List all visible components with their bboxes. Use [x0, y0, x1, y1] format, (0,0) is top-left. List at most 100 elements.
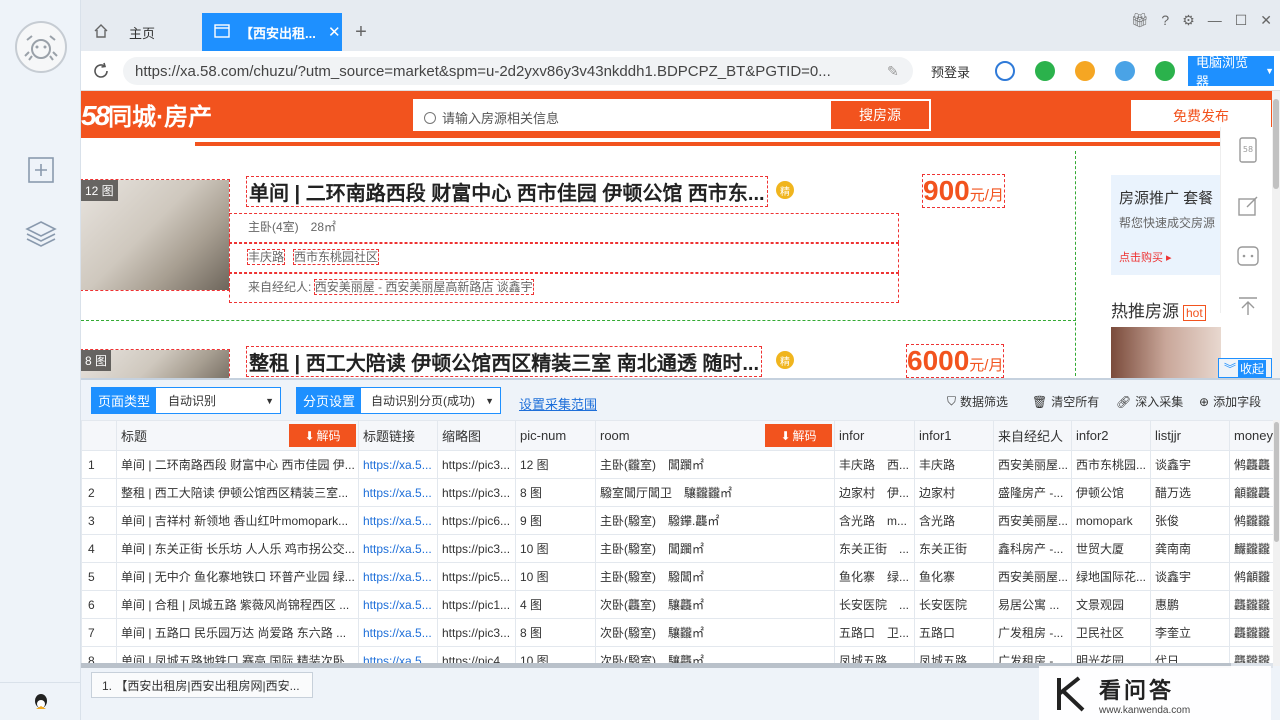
- search-listings-button[interactable]: 搜房源: [830, 100, 930, 130]
- column-header[interactable]: 标题链接: [358, 420, 438, 451]
- table-cell[interactable]: 单间 | 五路口 民乐园万达 尚爱路 东六路 ...: [116, 618, 359, 647]
- table-cell[interactable]: https://xa.5...: [358, 506, 438, 535]
- site-logo[interactable]: 58同城·房产: [81, 97, 212, 132]
- browser-mode-button[interactable]: 电脑浏览器 ▼: [1188, 55, 1274, 89]
- table-cell[interactable]: 西安美丽屋...: [993, 506, 1072, 535]
- table-cell[interactable]: 鸺龘龘: [1229, 450, 1273, 479]
- table-cell[interactable]: https://xa.5...: [358, 590, 438, 619]
- table-cell[interactable]: 驋室閶厅閶卫 驤龖龖㎡: [595, 478, 835, 507]
- webpage-scrollbar[interactable]: [1272, 91, 1280, 378]
- table-cell[interactable]: 醋万选: [1150, 478, 1230, 507]
- set-range-link[interactable]: 设置采集范围: [519, 394, 597, 413]
- promo-card[interactable]: 房源推广 套餐 帮您快速成交房源 点击购买 ▸: [1111, 175, 1231, 275]
- settings-gear-icon[interactable]: ⚙: [1182, 12, 1195, 29]
- column-header[interactable]: listjjr: [1150, 420, 1230, 451]
- table-cell[interactable]: 易居公寓 ...: [993, 590, 1072, 619]
- filter-button[interactable]: ⛉ 数据筛选: [947, 393, 1008, 410]
- chat-icon[interactable]: [1235, 243, 1261, 269]
- table-cell[interactable]: 8 图: [515, 618, 596, 647]
- column-header[interactable]: [81, 420, 117, 451]
- table-row[interactable]: 5 单间 | 无中介 鱼化寨地铁口 环普产业园 绿... https://xa.5.…: [81, 562, 1273, 591]
- tab-active-page[interactable]: 【西安出租... ✕: [202, 13, 342, 51]
- table-cell[interactable]: 西安美丽屋...: [993, 562, 1072, 591]
- layers-icon[interactable]: [25, 218, 57, 250]
- table-cell[interactable]: 五路口: [914, 618, 994, 647]
- table-cell[interactable]: 东关正街 ...: [834, 534, 915, 563]
- column-header[interactable]: infor2: [1071, 420, 1151, 451]
- table-cell[interactable]: 长安医院: [914, 590, 994, 619]
- table-cell[interactable]: 3: [81, 506, 117, 535]
- table-cell[interactable]: https://pic3...: [437, 478, 516, 507]
- table-cell[interactable]: 5: [81, 562, 117, 591]
- pre-login-link[interactable]: 预登录: [931, 62, 970, 81]
- table-cell[interactable]: https://pic3...: [437, 618, 516, 647]
- table-cell[interactable]: 10 图: [515, 562, 596, 591]
- table-row[interactable]: 1 单间 | 二环南路西段 财富中心 西市佳园 伊... https://xa.5.…: [81, 450, 1273, 479]
- close-tab-icon[interactable]: ✕: [328, 23, 341, 41]
- table-cell[interactable]: 鱼化寨 绿...: [834, 562, 915, 591]
- table-cell[interactable]: 次卧(驋室) 驤龖㎡: [595, 618, 835, 647]
- table-cell[interactable]: 东关正街: [914, 534, 994, 563]
- table-cell[interactable]: 4 图: [515, 590, 596, 619]
- table-cell[interactable]: 12 图: [515, 450, 596, 479]
- table-cell[interactable]: 龘龖龖: [1229, 590, 1273, 619]
- column-header[interactable]: infor1: [914, 420, 994, 451]
- decode-button[interactable]: ⬇ 解码: [289, 424, 356, 447]
- listing-photo[interactable]: 12 图: [81, 179, 230, 291]
- listing-title[interactable]: 整租 | 西工大陪读 伊顿公馆西区精装三室 南北通透 随时...: [245, 346, 763, 377]
- table-cell[interactable]: 卫民社区: [1071, 618, 1151, 647]
- table-cell[interactable]: 谈鑫宇: [1150, 450, 1230, 479]
- table-cell[interactable]: https://pic5...: [437, 562, 516, 591]
- table-cell[interactable]: 鱼化寨: [914, 562, 994, 591]
- table-cell[interactable]: https://pic1...: [437, 590, 516, 619]
- table-cell[interactable]: 8 图: [515, 478, 596, 507]
- table-row[interactable]: 4 单间 | 东关正街 长乐坊 人人乐 鸡市拐公交... https://xa.5.…: [81, 534, 1273, 563]
- table-cell[interactable]: 边家村: [914, 478, 994, 507]
- listing-title[interactable]: 单间 | 二环南路西段 财富中心 西市佳园 伊顿公馆 西市东...: [246, 176, 768, 207]
- table-row[interactable]: 2 整租 | 西工大陪读 伊顿公馆西区精装三室... https://xa.5...…: [81, 478, 1273, 507]
- hot-listing-photo[interactable]: [1111, 327, 1221, 378]
- table-cell[interactable]: 主卧(龖室) 閶躙㎡: [595, 450, 835, 479]
- promo-buy-link[interactable]: 点击购买 ▸: [1119, 249, 1223, 265]
- column-header[interactable]: 标题 ⬇ 解码: [116, 420, 359, 451]
- table-row[interactable]: 6 单间 | 合租 | 凤城五路 紫薇风尚锦程西区 ... https://xa.5…: [81, 590, 1273, 619]
- collected-page-tab[interactable]: 1. 【西安出租房|西安出租房网|西安...: [91, 672, 313, 698]
- table-cell[interactable]: 广发租房 -...: [993, 618, 1072, 647]
- table-cell[interactable]: 次卧(龘室) 驤龘㎡: [595, 590, 835, 619]
- deep-collect-button[interactable]: 🔗︎ 深入采集: [1116, 393, 1183, 410]
- table-cell[interactable]: https://pic6...: [437, 506, 516, 535]
- table-cell[interactable]: https://pic3...: [437, 534, 516, 563]
- listing-photo[interactable]: 8 图: [81, 349, 230, 378]
- table-cell[interactable]: 龚南南: [1150, 534, 1230, 563]
- minimize-icon[interactable]: —: [1208, 12, 1222, 29]
- table-cell[interactable]: momopark: [1071, 506, 1151, 535]
- address-community[interactable]: 西市东桃园社区: [293, 249, 380, 265]
- speed-icon[interactable]: [1035, 61, 1055, 81]
- table-cell[interactable]: 整租 | 西工大陪读 伊顿公馆西区精装三室...: [116, 478, 359, 507]
- table-cell[interactable]: 伊顿公馆: [1071, 478, 1151, 507]
- table-cell[interactable]: 惠鹏: [1150, 590, 1230, 619]
- edit-icon[interactable]: [1235, 193, 1261, 219]
- table-cell[interactable]: 单间 | 东关正街 长乐坊 人人乐 鸡市拐公交...: [116, 534, 359, 563]
- table-cell[interactable]: 单间 | 二环南路西段 财富中心 西市佳园 伊...: [116, 450, 359, 479]
- table-cell[interactable]: 主卧(驋室) 驋閶㎡: [595, 562, 835, 591]
- table-cell[interactable]: 7: [81, 618, 117, 647]
- table-cell[interactable]: 长安医院 ...: [834, 590, 915, 619]
- table-cell[interactable]: 文景观园: [1071, 590, 1151, 619]
- collapse-button[interactable]: ︾ 收起: [1218, 358, 1272, 378]
- qq-icon[interactable]: [0, 682, 81, 720]
- table-cell[interactable]: 主卧(驋室) 閶躙㎡: [595, 534, 835, 563]
- column-header[interactable]: room ⬇ 解码: [595, 420, 835, 451]
- refresh-icon[interactable]: [91, 61, 111, 81]
- phone-58-icon[interactable]: 58: [1235, 137, 1261, 163]
- table-cell[interactable]: https://xa.5...: [358, 534, 438, 563]
- column-header[interactable]: infor: [834, 420, 915, 451]
- address-road[interactable]: 丰庆路: [246, 249, 286, 265]
- globe-icon[interactable]: [995, 61, 1015, 81]
- column-header[interactable]: 缩略图: [437, 420, 516, 451]
- table-cell[interactable]: 含光路: [914, 506, 994, 535]
- edit-url-icon[interactable]: ✎: [887, 63, 899, 80]
- table-cell[interactable]: 1: [81, 450, 117, 479]
- table-cell[interactable]: 丰庆路 西...: [834, 450, 915, 479]
- table-cell[interactable]: 龥龖龘: [1229, 478, 1273, 507]
